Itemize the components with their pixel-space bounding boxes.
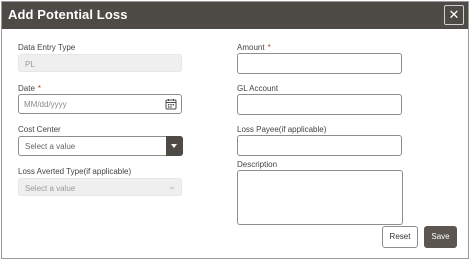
amount-input[interactable] — [243, 54, 396, 73]
dialog-title: Add Potential Loss — [8, 7, 128, 22]
save-button[interactable]: Save — [424, 226, 457, 248]
amount-field[interactable] — [237, 53, 402, 74]
description-field[interactable] — [237, 170, 403, 225]
date-field[interactable] — [18, 94, 182, 114]
amount-label-text: Amount — [237, 43, 265, 52]
data-entry-type-label: Data Entry Type — [18, 43, 76, 52]
date-required-mark: * — [37, 84, 42, 93]
cost-center-select[interactable]: Select a value — [18, 136, 183, 156]
calendar-icon[interactable] — [165, 98, 177, 110]
data-entry-type-field: PL — [18, 54, 182, 72]
chevron-down-icon — [169, 187, 175, 190]
cost-center-label: Cost Center — [18, 125, 61, 134]
dialog-title-bar: Add Potential Loss ✕ — [2, 2, 468, 29]
date-label: Date * — [18, 84, 41, 93]
gl-account-field[interactable] — [237, 94, 402, 115]
loss-averted-type-label: Loss Averted Type(if applicable) — [18, 167, 132, 176]
loss-payee-field[interactable] — [237, 135, 402, 156]
gl-account-input[interactable] — [243, 95, 396, 114]
cost-center-value: Select a value — [25, 142, 76, 151]
add-potential-loss-dialog: Add Potential Loss ✕ Data Entry Type PL … — [1, 1, 469, 259]
gl-account-label: GL Account — [237, 84, 279, 93]
loss-averted-type-select: Select a value — [18, 178, 182, 196]
close-button[interactable]: ✕ — [444, 5, 464, 25]
data-entry-type-value: PL — [25, 60, 35, 69]
date-label-text: Date — [18, 84, 35, 93]
loss-averted-type-value: Select a value — [25, 184, 76, 193]
close-icon: ✕ — [448, 7, 460, 22]
chevron-down-icon — [171, 144, 177, 148]
loss-payee-label: Loss Payee(if applicable) — [237, 125, 327, 134]
amount-label: Amount * — [237, 43, 271, 52]
date-input[interactable] — [24, 95, 176, 113]
amount-required-mark: * — [267, 43, 271, 52]
description-label: Description — [237, 160, 278, 169]
reset-button[interactable]: Reset — [382, 226, 418, 248]
loss-payee-input[interactable] — [243, 136, 396, 155]
cost-center-dropdown-button[interactable] — [166, 136, 183, 156]
description-textarea[interactable] — [243, 174, 397, 221]
